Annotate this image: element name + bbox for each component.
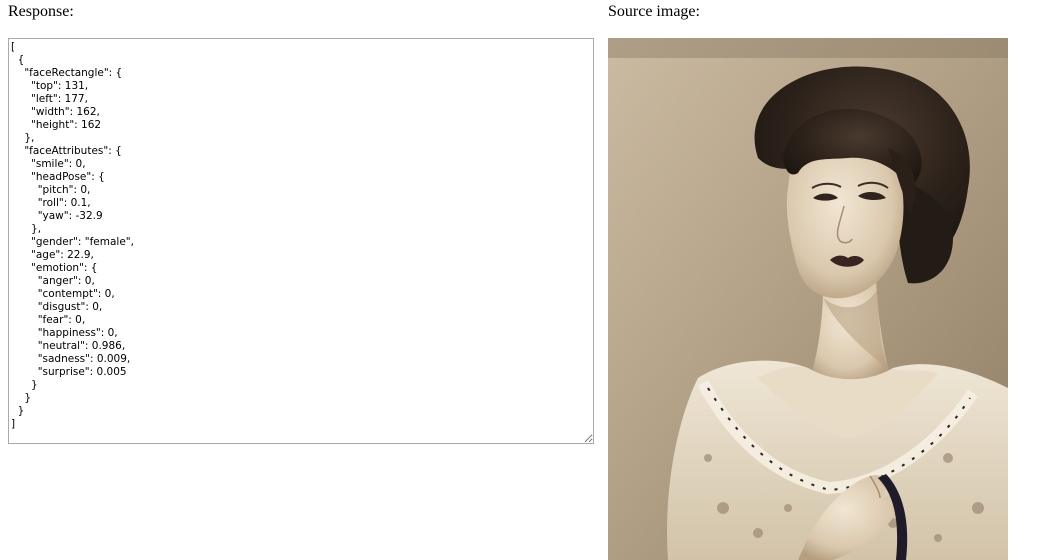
response-heading: Response: (8, 3, 74, 20)
response-textarea[interactable] (8, 38, 594, 444)
source-image-heading: Source image: (608, 3, 700, 20)
source-image (608, 38, 1008, 560)
